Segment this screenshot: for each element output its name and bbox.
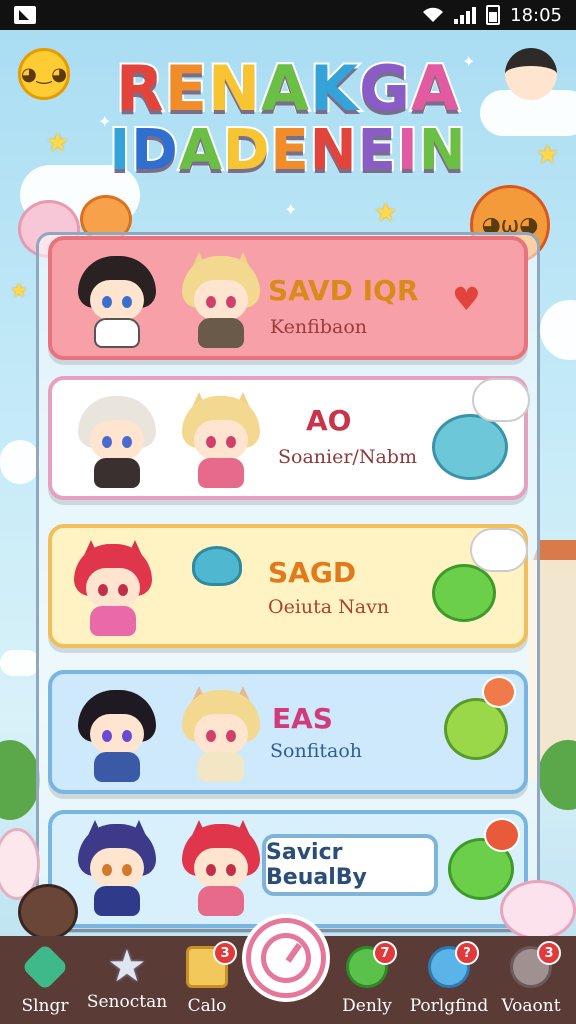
menu-card-3[interactable]: SAGD Oeiuta Navn [48,524,528,648]
status-time: 18:05 [510,4,562,26]
card-subtitle: Soanier/Nabm [278,446,417,468]
service-button[interactable]: Savicr BeualBy [262,834,438,896]
blue-blob-icon [432,414,508,480]
red-ball-icon [484,818,520,852]
card-subtitle: Oeiuta Navn [268,596,390,618]
card-title: SAVD IQR [268,274,419,307]
title-line1-text: RENAKGA [114,50,461,127]
cat-girl-character-icon [176,392,266,488]
title-letter: I [107,116,132,185]
title-letter: A [259,50,311,127]
notification-badge: 3 [537,941,561,965]
title-letter: N [308,116,359,185]
card-subtitle: Kenfibaon [270,316,368,338]
card-title: SAGD [268,556,357,589]
red-hair-cat-girl-character-icon [176,820,266,916]
nav-label: Senoctan [86,992,168,1012]
app-notification-icon [14,6,36,24]
menu-card-4[interactable]: EAS Sonfitaoh [48,670,528,794]
game-title-line1: RENAKGA [0,50,576,127]
status-bar: 18:05 [0,0,576,30]
title-letter: D [129,116,180,185]
nav-item-senoctan[interactable]: ★ Senoctan [82,942,172,1022]
title-letter: D [221,116,272,185]
speech-bubble-icon [470,528,528,572]
red-hair-cat-girl-character-icon [68,540,158,636]
nav-label: Slngr [21,996,69,1016]
pet-icon: 3 [510,941,561,988]
sparkle-icon: ✦ [284,200,298,219]
nav-label: Voaont [501,996,561,1016]
gem-icon [21,943,69,991]
cat-girl-character-icon [176,686,266,782]
cat-girl-character-icon [176,252,266,348]
nav-item-porlgfind[interactable]: ? Porlgfind [404,941,494,1022]
game-title-line2: IDADENEIN [0,116,576,185]
boy-character-icon [72,256,162,348]
nav-item-denly[interactable]: 7 Denly [322,941,412,1022]
title-letter: N [206,50,262,127]
purple-hair-cat-girl-character-icon [72,820,162,916]
cloud [0,650,40,676]
nav-item-slngr[interactable]: Slngr [0,942,90,1022]
potion-bowl-icon [192,546,242,586]
title-letter: G [357,50,412,127]
notification-badge: 7 [373,941,397,965]
title-letter: E [163,50,209,127]
speech-bubble-icon [472,378,530,422]
pink-bunny-mascot-icon [500,880,576,940]
card-title: AO [306,404,352,437]
signal-icon [454,6,477,24]
title-letter: I [395,116,420,185]
star-icon: ★ [107,941,147,992]
star-icon: ★ [10,278,28,302]
nav-item-voaont[interactable]: 3 Voaont [486,941,576,1022]
star-icon: ★ [374,198,398,228]
title-letter: A [409,50,461,127]
menu-card-2[interactable]: AO Soanier/Nabm [48,376,530,500]
menu-card-1[interactable]: SAVD IQR Kenfibaon ♥ [48,236,528,360]
title-letter: A [177,116,224,185]
brown-dog-mascot-icon [18,884,78,940]
heart-bubble-icon [482,676,516,708]
white-hair-girl-character-icon [72,396,162,488]
card-subtitle: Sonfitaoh [270,740,363,762]
notification-badge: 3 [213,941,237,965]
notification-badge: ? [455,941,479,965]
nav-label: Porlgfind [409,996,489,1016]
green-blob-icon [432,564,496,622]
center-action-button[interactable] [246,918,326,998]
black-hair-girl-character-icon [72,690,162,782]
title-letter: E [269,116,311,185]
battery-icon [486,5,501,25]
chat-icon: 7 [346,941,397,988]
potion-icon: ? [428,941,479,988]
nav-label: Denly [342,996,392,1016]
title-line2-text: IDADENEIN [107,116,468,185]
heart-icon: ♥ [452,280,481,318]
nav-label: Calo [187,996,227,1016]
title-letter: E [356,116,398,185]
cloud [0,440,40,484]
title-letter: N [417,116,468,185]
card-title: EAS [272,702,333,735]
bag-icon: 3 [186,941,237,988]
title-letter: R [114,50,166,127]
wifi-icon [423,7,444,22]
title-letter: K [308,50,360,127]
nav-item-calo[interactable]: 3 Calo [162,941,252,1022]
